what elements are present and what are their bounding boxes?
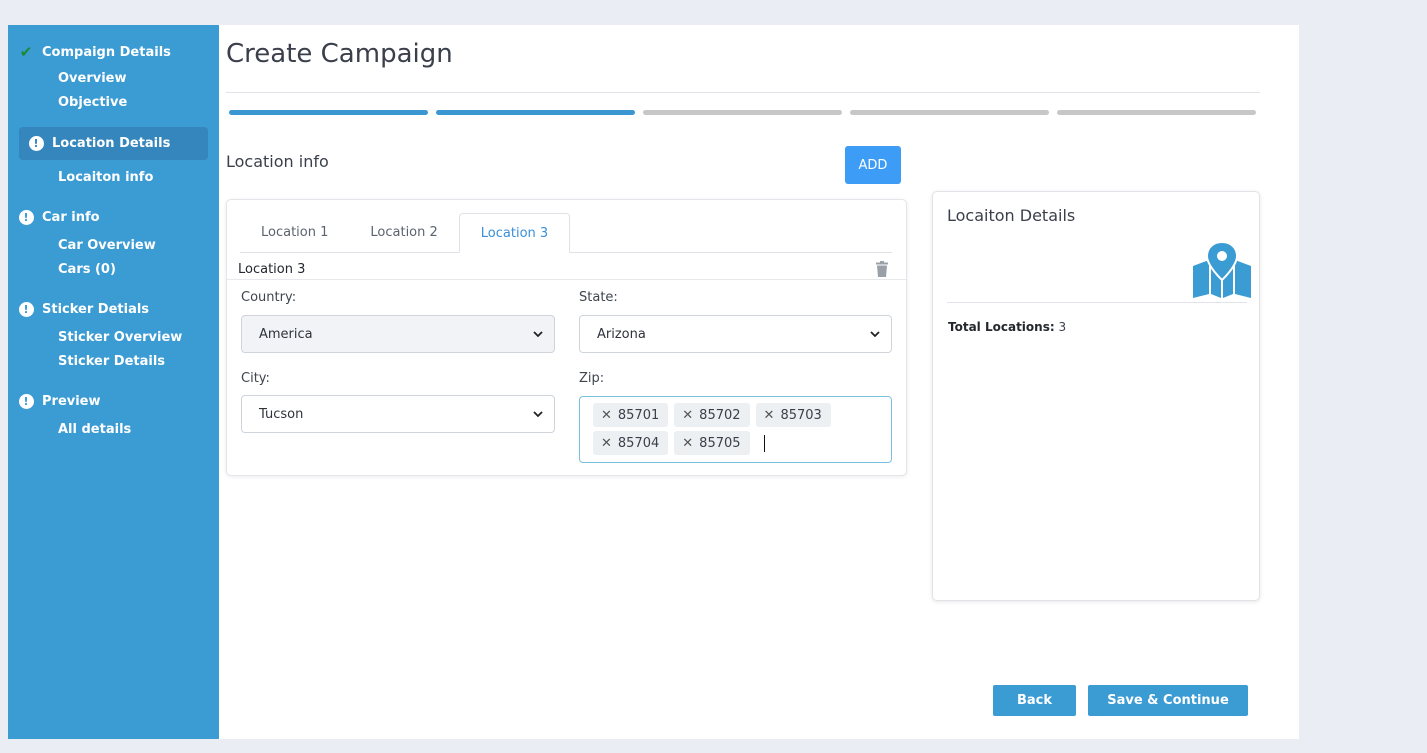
sidebar-item-label: Car info (42, 209, 100, 225)
sidebar-subitem-objective[interactable]: Objective (8, 91, 219, 115)
zip-chip[interactable]: ✕ 85703 (755, 403, 831, 427)
sidebar-item-car-info[interactable]: ! Car info (8, 202, 219, 232)
card-separator (227, 279, 906, 280)
title-divider (226, 92, 1260, 93)
sidebar-subitem-location-info[interactable]: Locaiton info (8, 166, 219, 190)
trash-icon[interactable] (873, 260, 891, 278)
state-select[interactable]: Arizona (579, 315, 892, 353)
details-title: Locaiton Details (947, 206, 1076, 225)
close-icon[interactable]: ✕ (601, 436, 612, 451)
zip-chip[interactable]: ✕ 85704 (593, 431, 669, 455)
city-label: City: (241, 371, 270, 386)
sidebar-group-campaign-details: ✔ Compaign Details Overview Objective (8, 37, 219, 115)
close-icon[interactable]: ✕ (601, 408, 612, 423)
zip-chip[interactable]: ✕ 85702 (674, 403, 750, 427)
sidebar-group-preview: ! Preview All details (8, 386, 219, 442)
zip-label: Zip: (579, 371, 605, 386)
sidebar-subitem-overview[interactable]: Overview (8, 67, 219, 91)
main-panel: Create Campaign Location info ADD Locati… (219, 25, 1299, 739)
sidebar-item-preview[interactable]: ! Preview (8, 386, 219, 416)
chevron-down-icon (533, 411, 543, 418)
sidebar-item-sticker-details[interactable]: ! Sticker Detials (8, 294, 219, 324)
total-locations-value: 3 (1058, 320, 1067, 334)
location-details-card: Locaiton Details Total Locations: 3 (932, 191, 1260, 601)
exclamation-circle-icon: ! (18, 393, 34, 409)
sidebar-subitem-all-details[interactable]: All details (8, 418, 219, 442)
total-locations-label: Total Locations: (948, 320, 1055, 334)
text-cursor (763, 434, 765, 452)
sidebar-item-label: Location Details (52, 136, 171, 151)
page-title: Create Campaign (226, 39, 453, 69)
city-select[interactable]: Tucson (241, 395, 555, 433)
city-value: Tucson (259, 406, 304, 422)
progress-step-3 (643, 110, 842, 115)
sidebar-item-campaign-details[interactable]: ✔ Compaign Details (8, 37, 219, 67)
zip-chip[interactable]: ✕ 85701 (593, 403, 669, 427)
zip-multiselect[interactable]: ✕ 85701 ✕ 85702 ✕ 85703 ✕ 85704 ✕ 85705 (579, 396, 892, 463)
sidebar-subitem-cars[interactable]: Cars (0) (8, 258, 219, 282)
sidebar-subitem-sticker-details[interactable]: Sticker Details (8, 350, 219, 374)
close-icon[interactable]: ✕ (682, 408, 693, 423)
location-card: Location 1 Location 2 Location 3 Locatio… (226, 199, 907, 476)
state-value: Arizona (597, 326, 646, 342)
sidebar-group-sticker-details: ! Sticker Detials Sticker Overview Stick… (8, 294, 219, 374)
progress-step-1 (229, 110, 428, 115)
sidebar-subitem-sticker-overview[interactable]: Sticker Overview (8, 326, 219, 350)
total-locations: Total Locations: 3 (948, 320, 1066, 334)
exclamation-circle-icon: ! (18, 209, 34, 225)
sidebar-group-location-details: ! Location Details Locaiton info (8, 127, 219, 190)
progress-steps (229, 110, 1256, 115)
tab-location-1[interactable]: Location 1 (240, 213, 349, 253)
details-separator (947, 302, 1247, 303)
sidebar-item-location-details[interactable]: ! Location Details (19, 127, 208, 160)
progress-step-5 (1057, 110, 1256, 115)
back-button[interactable]: Back (993, 685, 1076, 716)
progress-step-4 (850, 110, 1049, 115)
map-location-icon (1193, 242, 1251, 298)
close-icon[interactable]: ✕ (764, 408, 775, 423)
chevron-down-icon (870, 331, 880, 338)
progress-step-2 (436, 110, 635, 115)
tab-location-3[interactable]: Location 3 (458, 213, 571, 253)
sidebar-item-label: Sticker Detials (42, 301, 150, 317)
zip-chip-label: 85703 (780, 407, 822, 423)
add-location-button[interactable]: ADD (845, 146, 901, 184)
check-icon: ✔ (19, 43, 33, 61)
zip-chip-label: 85705 (699, 435, 741, 451)
save-continue-button[interactable]: Save & Continue (1088, 685, 1248, 716)
sidebar-item-label: Compaign Details (42, 44, 171, 60)
state-label: State: (579, 290, 618, 305)
sidebar: ✔ Compaign Details Overview Objective ! … (8, 25, 219, 739)
close-icon[interactable]: ✕ (682, 436, 693, 451)
zip-chip-label: 85701 (617, 407, 660, 423)
country-select[interactable]: America (241, 315, 555, 353)
sidebar-item-label: Preview (42, 393, 101, 409)
sidebar-group-car-info: ! Car info Car Overview Cars (0) (8, 202, 219, 282)
section-title: Location info (226, 152, 329, 171)
zip-chip-label: 85702 (699, 407, 741, 423)
chevron-down-icon (533, 331, 543, 338)
country-label: Country: (241, 290, 297, 305)
exclamation-circle-icon: ! (18, 301, 34, 317)
exclamation-circle-icon: ! (28, 136, 44, 152)
current-location-name: Location 3 (238, 262, 306, 277)
sidebar-subitem-car-overview[interactable]: Car Overview (8, 234, 219, 258)
zip-chip-label: 85704 (617, 435, 660, 451)
country-value: America (259, 326, 313, 342)
location-tabs: Location 1 Location 2 Location 3 (240, 213, 892, 253)
tab-location-2[interactable]: Location 2 (349, 213, 458, 253)
zip-chip[interactable]: ✕ 85705 (674, 431, 750, 455)
